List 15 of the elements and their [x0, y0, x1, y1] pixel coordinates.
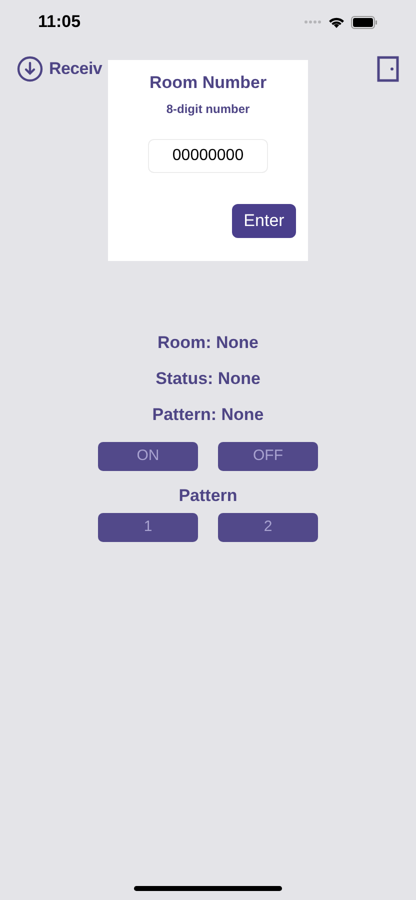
dialog-subtitle: 8-digit number: [166, 100, 250, 118]
pattern-heading: Pattern: [178, 485, 238, 507]
dialog-title: Room Number: [149, 72, 267, 94]
info-label: Pattern: None: [152, 404, 264, 426]
info-label: Status: None: [156, 368, 260, 390]
enter-button[interactable]: Enter: [232, 204, 296, 238]
signal-icon: [304, 20, 322, 24]
wifi-icon: [328, 16, 345, 28]
status-time: 11:05: [38, 11, 81, 34]
battery-icon: [351, 16, 378, 28]
info-label: Room: None: [157, 332, 259, 354]
room-number-field[interactable]: 00000000: [148, 138, 268, 172]
receive-label[interactable]: Receiv: [49, 56, 102, 82]
download-circle-icon[interactable]: [17, 56, 43, 82]
door-icon[interactable]: [377, 56, 399, 82]
